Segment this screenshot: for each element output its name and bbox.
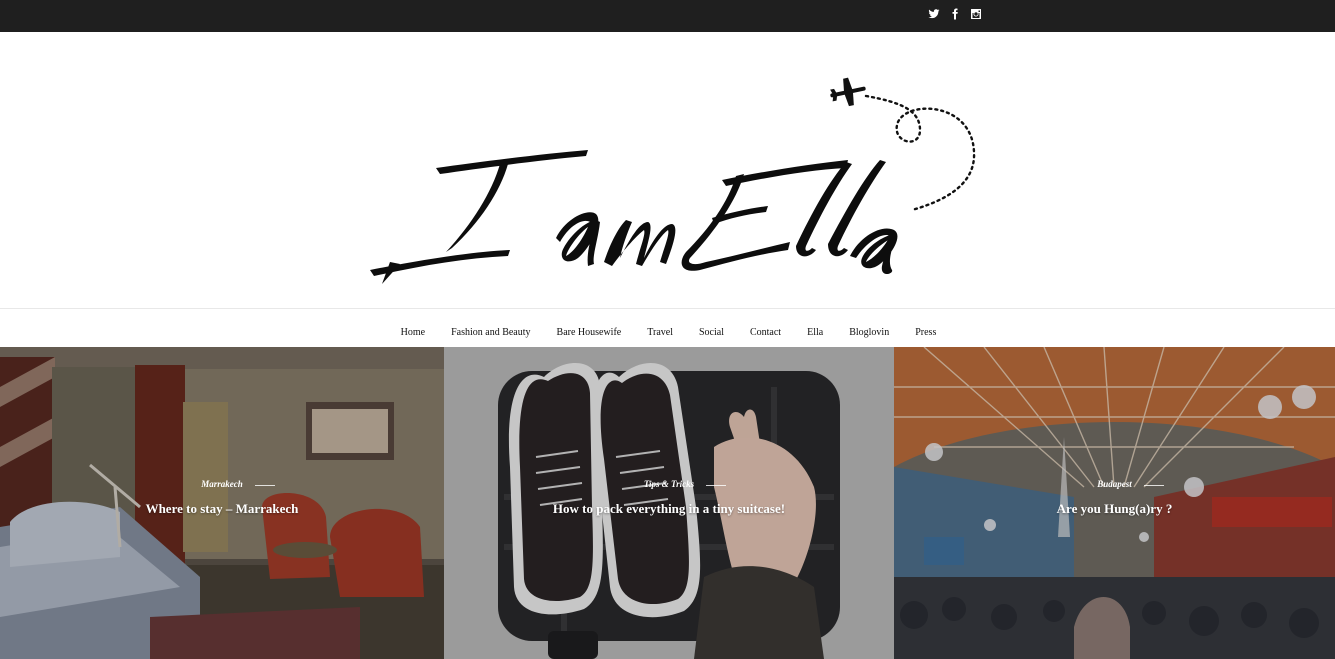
site-logo[interactable]: [360, 52, 990, 292]
featured-slider: Marrakech Where to stay – Marrakech Tips…: [0, 347, 1335, 659]
slide-category[interactable]: Marrakech: [201, 479, 274, 489]
slide-caption: Marrakech Where to stay – Marrakech: [0, 474, 444, 517]
nav-ella[interactable]: Ella: [807, 327, 823, 338]
logo-lettering: [370, 150, 898, 284]
instagram-icon[interactable]: [970, 8, 982, 20]
nav-social[interactable]: Social: [699, 327, 724, 338]
slide-title[interactable]: Where to stay – Marrakech: [0, 501, 444, 517]
flight-path-decoration: [864, 94, 976, 212]
twitter-icon[interactable]: [928, 8, 940, 20]
featured-post-tips-and-tricks[interactable]: Tips & Tricks How to pack everything in …: [444, 347, 894, 659]
social-links: [928, 8, 982, 20]
slide-caption: Budapest Are you Hung(a)ry ?: [894, 474, 1335, 517]
featured-post-budapest[interactable]: Budapest Are you Hung(a)ry ?: [894, 347, 1335, 659]
slide-caption: Tips & Tricks How to pack everything in …: [444, 474, 894, 517]
slide-title[interactable]: How to pack everything in a tiny suitcas…: [444, 501, 894, 517]
nav-travel[interactable]: Travel: [647, 327, 673, 338]
slide-category[interactable]: Tips & Tricks: [644, 479, 727, 489]
featured-post-marrakech[interactable]: Marrakech Where to stay – Marrakech: [0, 347, 444, 659]
top-bar: [0, 0, 1335, 32]
nav-bare-housewife[interactable]: Bare Housewife: [557, 327, 622, 338]
nav-press[interactable]: Press: [915, 327, 936, 338]
nav-fashion-and-beauty[interactable]: Fashion and Beauty: [451, 327, 530, 338]
main-navigation: Home Fashion and Beauty Bare Housewife T…: [0, 308, 1335, 347]
airplane-icon: [830, 77, 866, 107]
slide-category[interactable]: Budapest: [1097, 479, 1163, 489]
site-header: [0, 32, 1335, 308]
slide-title[interactable]: Are you Hung(a)ry ?: [894, 501, 1335, 517]
facebook-icon[interactable]: [949, 8, 961, 20]
nav-contact[interactable]: Contact: [750, 327, 781, 338]
nav-home[interactable]: Home: [401, 327, 425, 338]
nav-bloglovin[interactable]: Bloglovin: [849, 327, 889, 338]
